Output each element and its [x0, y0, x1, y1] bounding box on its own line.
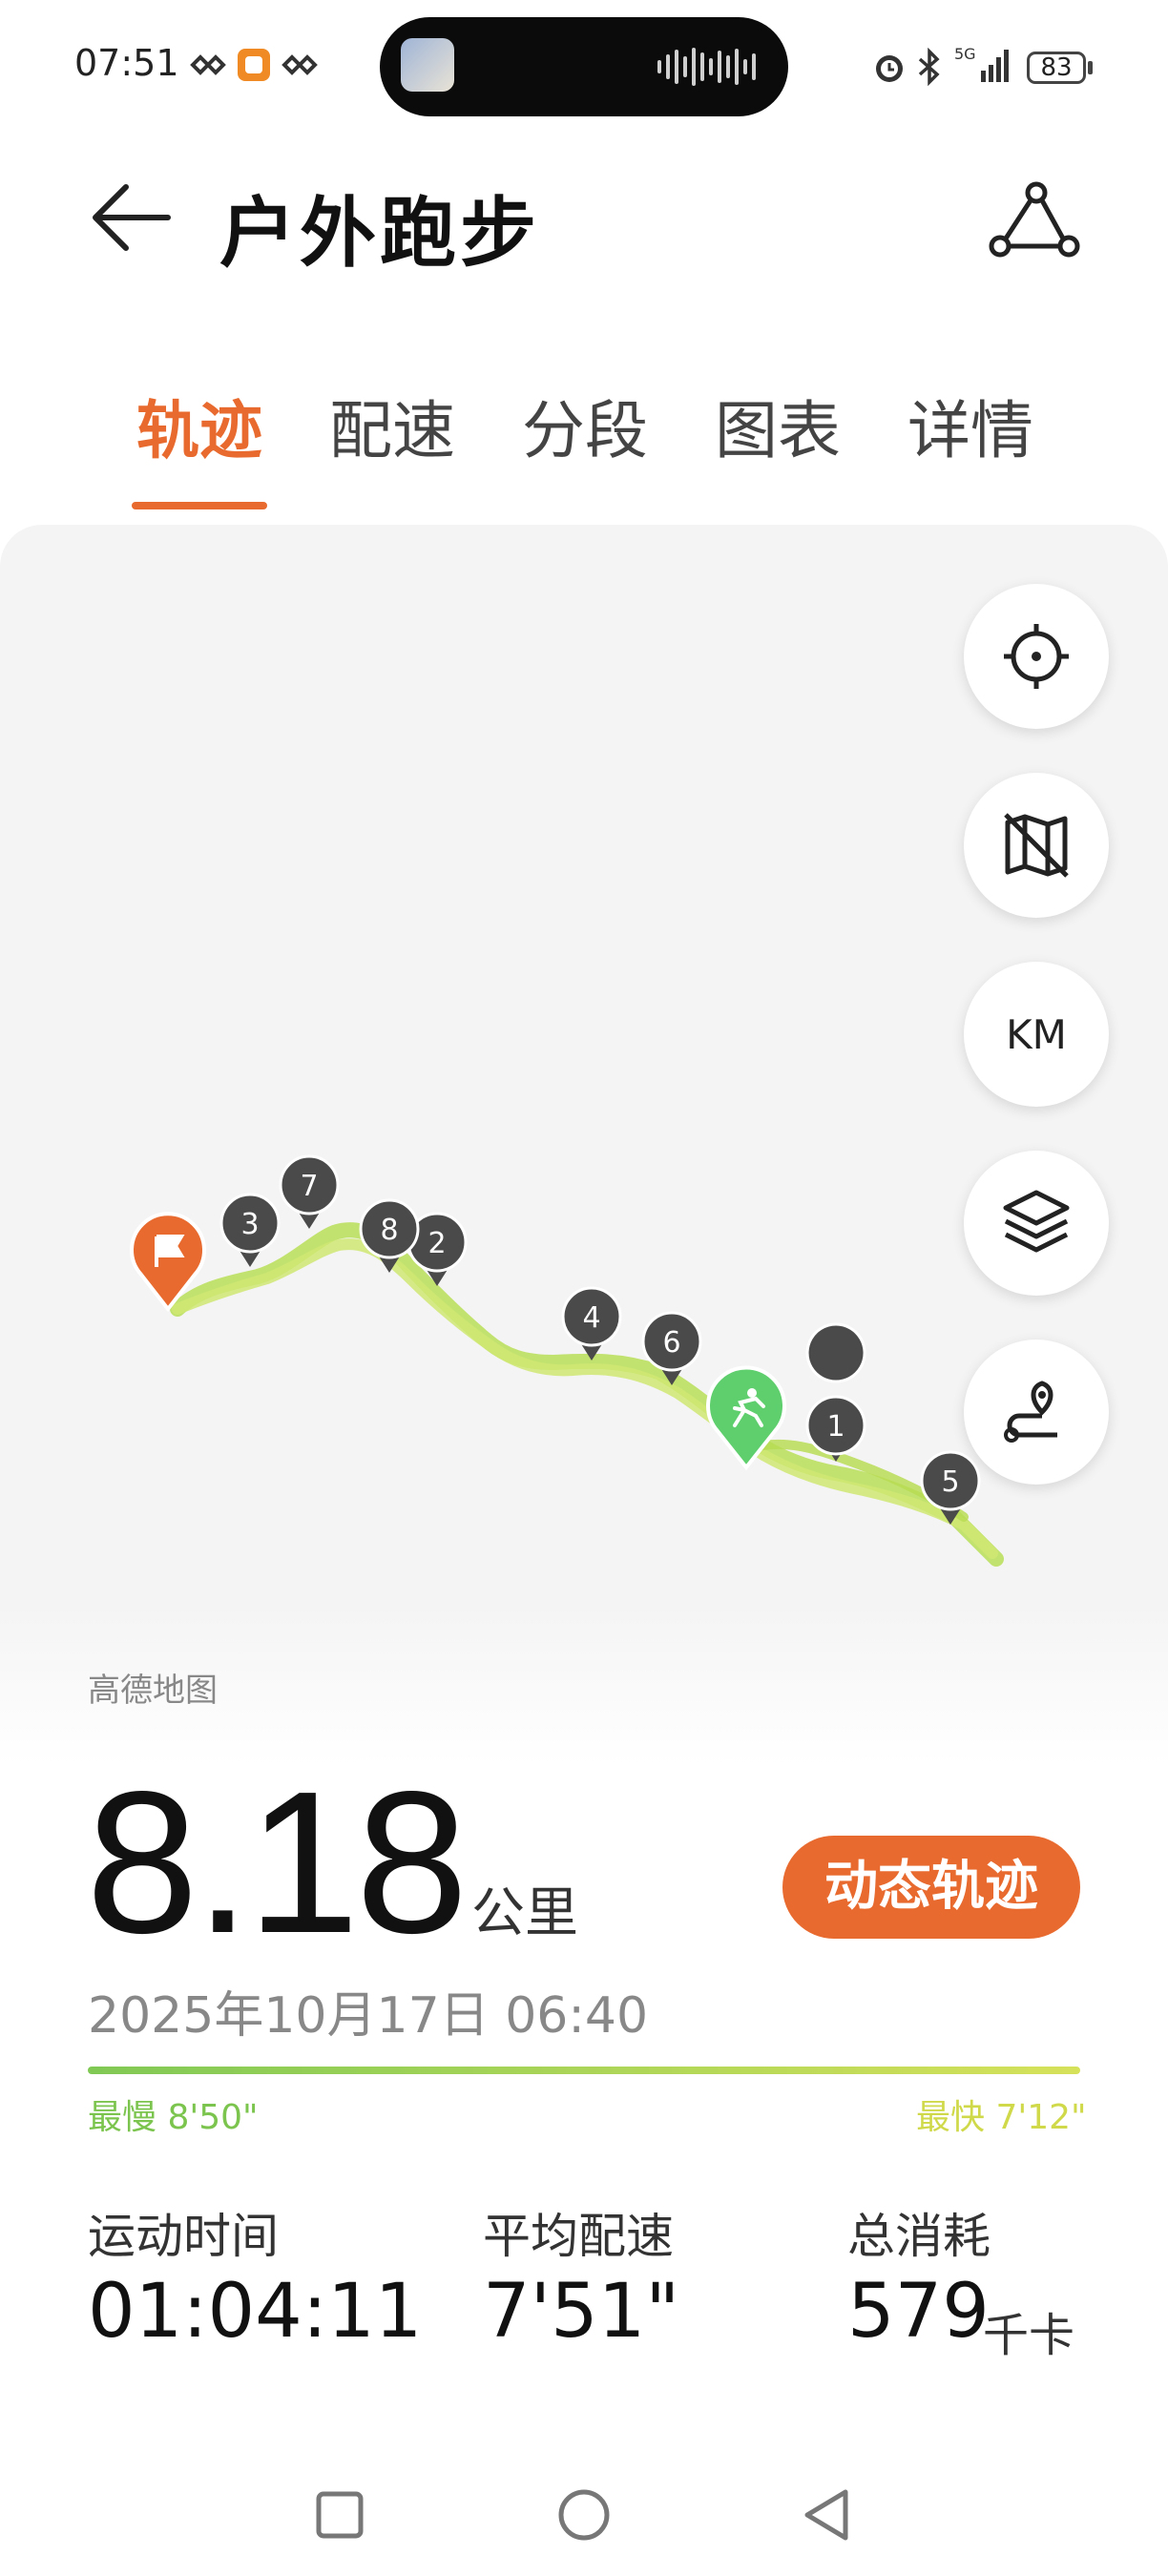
map-toggle-button[interactable] — [964, 773, 1109, 918]
track-line — [170, 1222, 1004, 1567]
avg-pace-value: 7'51" — [483, 2269, 680, 2355]
duration-label: 运动时间 — [88, 2209, 279, 2264]
status-time: 07:51 — [74, 42, 179, 84]
avg-pace-label: 平均配速 — [483, 2209, 674, 2264]
app-notification-icon — [190, 54, 226, 75]
km-toggle-button[interactable]: KM — [964, 962, 1109, 1107]
svg-text:1: 1 — [826, 1410, 845, 1444]
tab-active-indicator — [132, 502, 267, 509]
distance-unit: 公里 — [471, 1882, 578, 1944]
layers-icon — [1003, 1190, 1070, 1253]
svg-text:6: 6 — [662, 1326, 680, 1360]
tab-label: 分段 — [522, 394, 648, 467]
distance-value: 8.18 — [86, 1749, 469, 1975]
svg-text:4: 4 — [582, 1301, 600, 1335]
svg-text:3: 3 — [240, 1208, 259, 1241]
pace-gradient-bar — [88, 2067, 1080, 2074]
back-arrow-icon[interactable] — [88, 179, 179, 256]
home-icon[interactable] — [558, 2489, 610, 2541]
km-marker[interactable]: 1 — [805, 1322, 866, 1462]
km-marker[interactable]: 3 — [219, 1193, 281, 1267]
tab-bar: 轨迹 配速 分段 图表 详情 — [132, 380, 1095, 509]
battery-tip — [1088, 61, 1093, 74]
status-bar: 07:51 5G 83 — [0, 0, 1168, 134]
svg-text:5: 5 — [941, 1465, 959, 1499]
route-marker-icon — [1004, 1381, 1057, 1443]
duration-value: 01:04:11 — [88, 2269, 423, 2355]
media-thumbnail — [401, 38, 454, 92]
calories-value: 579 — [847, 2269, 990, 2355]
svg-text:2: 2 — [428, 1227, 446, 1260]
tab-track[interactable]: 轨迹 — [132, 380, 267, 509]
workout-datetime: 2025年10月17日 06:40 — [88, 1987, 649, 2045]
dynamic-track-button[interactable]: 动态轨迹 — [782, 1836, 1080, 1939]
dynamic-island[interactable] — [380, 17, 788, 116]
km-marker[interactable]: 7 — [279, 1154, 340, 1229]
svg-text:7: 7 — [300, 1170, 318, 1203]
tab-label: 详情 — [907, 394, 1033, 467]
svg-text:8: 8 — [380, 1214, 398, 1247]
tab-label: 轨迹 — [136, 394, 262, 467]
tab-segments[interactable]: 分段 — [517, 380, 653, 471]
tab-label: 配速 — [329, 394, 455, 467]
tab-details[interactable]: 详情 — [903, 380, 1038, 471]
layers-button[interactable] — [964, 1151, 1109, 1296]
locate-button[interactable] — [964, 584, 1109, 729]
slowest-pace: 最慢 8'50" — [88, 2098, 259, 2137]
km-marker[interactable]: 4 — [561, 1286, 622, 1361]
map-credit: 高德地图 — [88, 1672, 218, 1710]
back-nav-icon[interactable] — [804, 2489, 848, 2541]
tab-pace[interactable]: 配速 — [324, 380, 460, 471]
route-share-icon[interactable] — [987, 179, 1082, 265]
locate-icon — [1004, 624, 1069, 689]
audio-wave-icon — [657, 46, 756, 88]
recents-icon[interactable] — [316, 2491, 364, 2539]
tab-charts[interactable]: 图表 — [710, 380, 845, 471]
app-badge-icon — [238, 49, 270, 81]
app-notification-icon — [282, 54, 318, 75]
tab-label: 图表 — [715, 394, 841, 467]
calories-label: 总消耗 — [847, 2209, 991, 2264]
km-label: KM — [1006, 1010, 1067, 1058]
system-nav-bar — [316, 2489, 848, 2541]
route-map[interactable]: 1 2 3 4 5 6 7 8 KM — [0, 525, 1168, 1765]
fastest-pace: 最快 7'12" — [916, 2098, 1087, 2137]
route-marker-button[interactable] — [964, 1340, 1109, 1485]
network-label: 5G — [954, 45, 976, 63]
map-toggle-icon — [1004, 813, 1069, 878]
page-title: 户外跑步 — [219, 189, 540, 278]
cellular-signal-icon: 5G — [954, 45, 1009, 82]
alarm-icon — [876, 55, 903, 82]
bluetooth-icon — [918, 48, 940, 86]
battery-indicator: 83 — [1027, 52, 1086, 84]
calories-unit: 千卡 — [983, 2309, 1075, 2362]
